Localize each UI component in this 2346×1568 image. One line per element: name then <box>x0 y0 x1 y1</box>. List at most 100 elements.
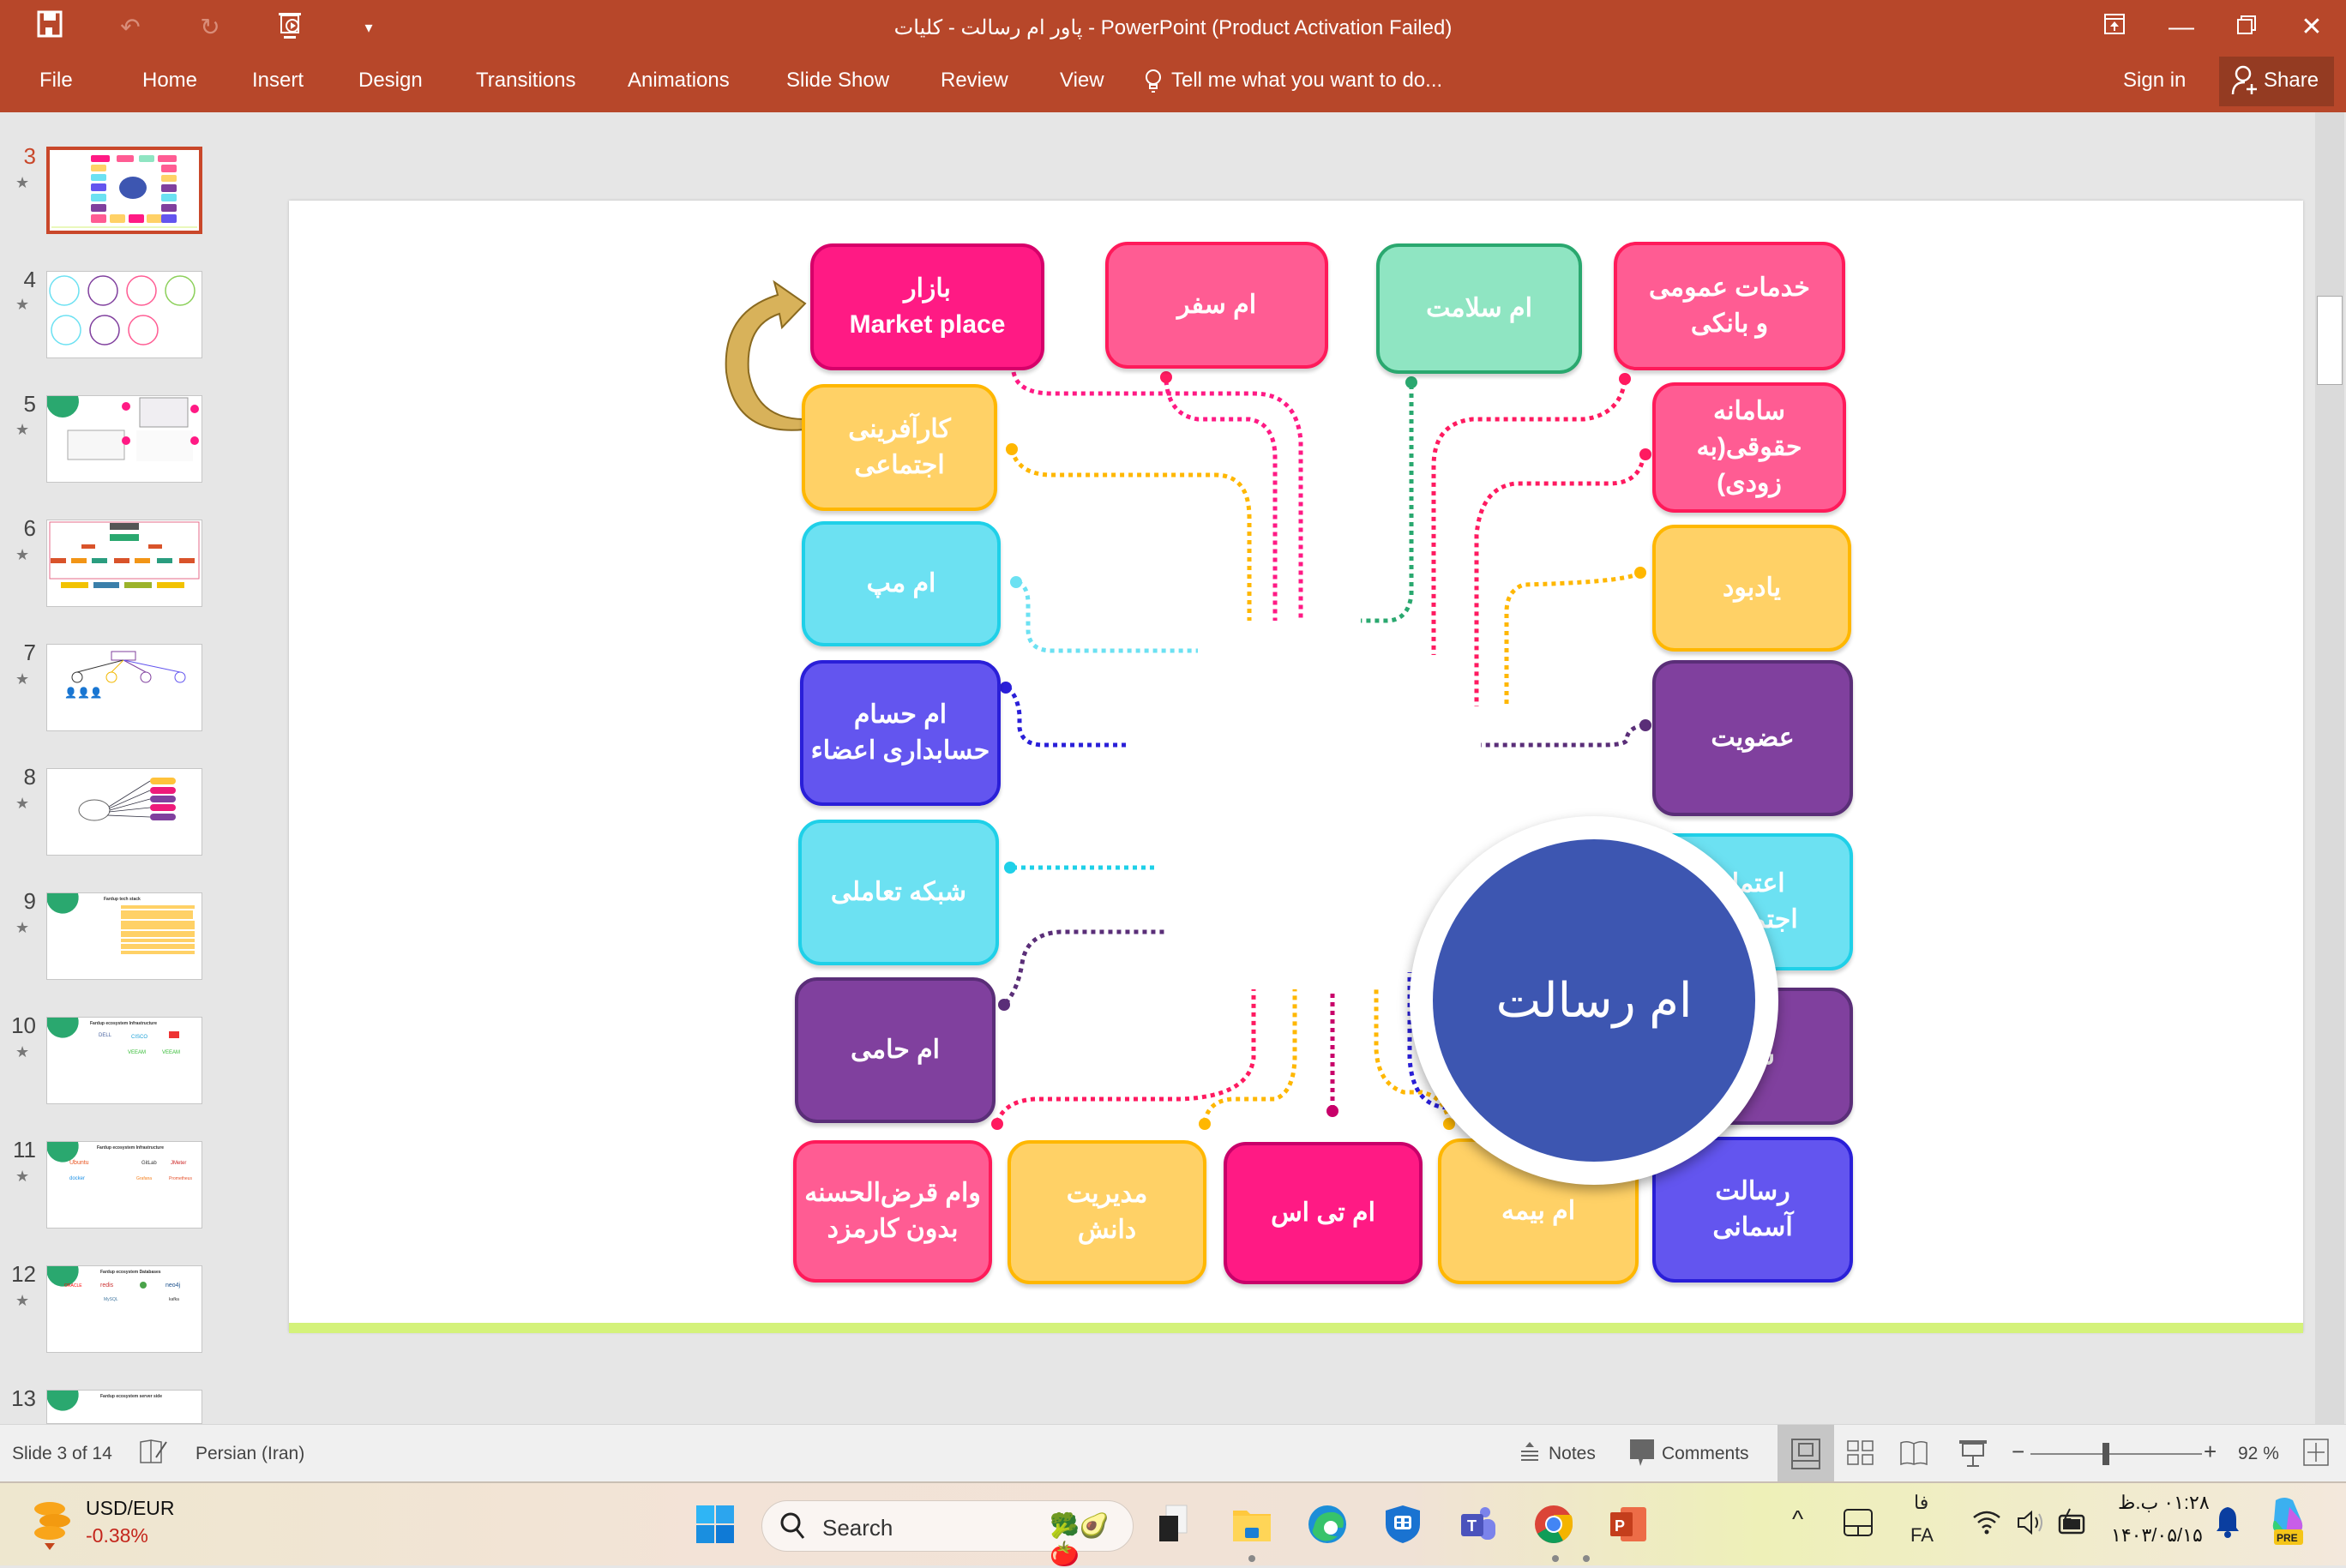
touchpad-icon[interactable] <box>1844 1509 1873 1541</box>
notification-bell-icon[interactable] <box>2216 1505 2240 1544</box>
connector-hesam <box>1006 686 1129 748</box>
show-hidden-icons-chevron[interactable]: ^ <box>1792 1505 1803 1533</box>
slide-thumbnail-5[interactable] <box>46 395 202 483</box>
tab-animations[interactable]: Animations <box>628 69 730 93</box>
box-shabake[interactable]: شبکه تعاملی <box>798 820 999 965</box>
minimize-icon[interactable]: — <box>2156 9 2207 46</box>
box-safar[interactable]: ام سفر <box>1105 242 1328 369</box>
spell-check-icon[interactable] <box>139 1439 170 1469</box>
zoom-slider-thumb[interactable] <box>2102 1443 2109 1465</box>
vpn-shield-icon[interactable] <box>1382 1504 1423 1545</box>
tab-home[interactable]: Home <box>142 69 197 93</box>
box-map[interactable]: ام مپ <box>802 521 1001 646</box>
slide-thumbnail-8[interactable] <box>46 768 202 856</box>
slide-canvas[interactable]: بازار Market place ام سفر ام سلامت خدمات… <box>289 201 2303 1332</box>
tab-review[interactable]: Review <box>941 69 1008 93</box>
restore-icon[interactable] <box>2221 9 2272 46</box>
share-button[interactable]: Share <box>2219 57 2334 106</box>
battery-icon[interactable] <box>2058 1507 2087 1541</box>
tell-me-search[interactable]: Tell me what you want to do... <box>1171 69 1442 93</box>
animation-star-icon: ★ <box>15 1043 30 1060</box>
zoom-slider-track[interactable] <box>2030 1453 2202 1455</box>
thumb-number: 9 <box>23 888 36 914</box>
fit-to-window-button[interactable] <box>2303 1439 2329 1471</box>
add-person-icon <box>2231 65 2259 100</box>
box-hesam[interactable]: ام حسام حسابداری اعضاء <box>800 660 1001 806</box>
connector-safar <box>1164 380 1278 621</box>
slide-thumbnail-9[interactable]: Fardup tech stack <box>46 892 202 980</box>
slide-sorter-view-button[interactable] <box>1847 1440 1874 1471</box>
slide-thumbnail-pane: 3 ★ 4 ★ 5 ★ 6 ★ 7 ★ 👤👤👤 8 ★ 9 ★ Fardup t… <box>0 112 274 1424</box>
thumb-caption: Fardup tech stack <box>104 897 141 902</box>
start-icon[interactable] <box>696 1505 737 1547</box>
slide-thumbnail-10[interactable]: Fardup ecosystem Infrastructure DELL CISCO… <box>46 1017 202 1104</box>
tab-insert[interactable]: Insert <box>252 69 304 93</box>
copilot-icon[interactable]: PRE <box>2267 1495 2310 1553</box>
powerpoint-icon[interactable]: P <box>1609 1504 1650 1545</box>
box-vam[interactable]: وام قرض‌الحسنه بدون کارمزد <box>793 1140 992 1283</box>
box-hoghoghi[interactable]: سامانه حقوقی(به زودی) <box>1652 382 1846 513</box>
slide-thumbnail-7[interactable]: 👤👤👤 <box>46 644 202 731</box>
box-yadbood[interactable]: یادبود <box>1652 525 1851 652</box>
close-icon[interactable]: ✕ <box>2286 9 2337 46</box>
slide-thumbnail-4[interactable] <box>46 271 202 358</box>
currency-widget-icon[interactable] <box>33 1497 72 1552</box>
box-karafarini[interactable]: کارآفرینی اجتماعی <box>802 384 997 511</box>
clock-time[interactable]: ۰۱:۲۸ ب.ظ <box>2118 1492 2210 1514</box>
normal-view-button[interactable] <box>1778 1425 1834 1482</box>
box-ozviat[interactable]: عضویت <box>1652 660 1853 816</box>
tab-design[interactable]: Design <box>358 69 423 93</box>
comments-button[interactable]: Comments <box>1662 1444 1749 1464</box>
widget-title[interactable]: USD/EUR <box>86 1497 175 1520</box>
reading-view-button[interactable] <box>1900 1440 1928 1471</box>
sign-in-link[interactable]: Sign in <box>2123 69 2186 93</box>
tab-file[interactable]: File <box>39 69 73 93</box>
svg-text:VEEAM: VEEAM <box>162 1050 180 1055</box>
taskbar: USD/EUR -0.38% Search 🥦🥑🍅 T P ^ فا FA ۰۱… <box>0 1481 2346 1567</box>
svg-text:neo4j: neo4j <box>165 1283 181 1289</box>
task-view-icon[interactable] <box>1154 1504 1195 1545</box>
box-khadamat[interactable]: خدمات عمومی و بانکی <box>1614 242 1845 370</box>
animation-star-icon: ★ <box>15 421 30 438</box>
slide-thumbnail-12[interactable]: Fardup ecosystem Databases ORACLE redis neo… <box>46 1265 202 1353</box>
zoom-out-button[interactable]: − <box>2012 1439 2024 1465</box>
teams-icon[interactable]: T <box>1458 1504 1499 1545</box>
thumb-number: 10 <box>11 1012 36 1038</box>
svg-text:👤👤👤: 👤👤👤 <box>64 687 103 699</box>
slide-thumbnail-3[interactable] <box>46 147 202 234</box>
animation-star-icon: ★ <box>15 174 30 191</box>
zoom-in-button[interactable]: + <box>2204 1439 2217 1465</box>
curved-arrow-icon <box>725 279 807 431</box>
slide-thumbnail-13[interactable]: Fardup ecosystem server side <box>46 1390 202 1424</box>
taskbar-search[interactable]: Search 🥦🥑🍅 <box>761 1500 1134 1567</box>
slide-thumbnail-11[interactable]: Fardup ecosystem Infrastructure Ubuntu Git… <box>46 1141 202 1229</box>
language-indicator[interactable]: Persian (Iran) <box>196 1444 304 1464</box>
svg-text:Grafana: Grafana <box>136 1176 152 1181</box>
box-tias[interactable]: ام تی اس <box>1224 1142 1423 1284</box>
volume-icon[interactable] <box>2017 1509 2046 1541</box>
slide-thumbnail-6[interactable] <box>46 520 202 607</box>
box-salamat[interactable]: ام سلامت <box>1376 243 1582 374</box>
input-language-top[interactable]: فا <box>1914 1492 1928 1514</box>
box-bazar-marketplace[interactable]: بازار Market place <box>810 243 1044 370</box>
file-explorer-icon[interactable] <box>1231 1504 1272 1545</box>
chrome-icon[interactable] <box>1533 1504 1574 1545</box>
tab-transitions[interactable]: Transitions <box>476 69 575 93</box>
wifi-icon[interactable] <box>1972 1509 2001 1539</box>
input-language-bottom[interactable]: FA <box>1910 1524 1934 1547</box>
zoom-level[interactable]: 92 % <box>2238 1444 2279 1464</box>
notes-button[interactable]: Notes <box>1549 1444 1596 1464</box>
scrollbar-thumb[interactable] <box>2317 296 2343 385</box>
svg-text:VEEAM: VEEAM <box>128 1050 146 1055</box>
clock-date[interactable]: ۱۴۰۳/۰۵/۱۵ <box>2111 1524 2203 1547</box>
ribbon-display-options-icon[interactable] <box>2089 9 2140 46</box>
edge-icon[interactable] <box>1307 1504 1348 1545</box>
slide-show-view-button[interactable] <box>1958 1439 1988 1473</box>
box-hami[interactable]: ام حامی <box>795 977 996 1123</box>
tab-view[interactable]: View <box>1060 69 1104 93</box>
svg-text:MySQL: MySQL <box>104 1297 118 1302</box>
hub-circle[interactable]: ام رسالت <box>1433 839 1755 1162</box>
svg-text:PRE: PRE <box>2277 1532 2298 1544</box>
tab-slide-show[interactable]: Slide Show <box>786 69 889 93</box>
box-modiriat[interactable]: مدیریت دانش <box>1008 1140 1206 1284</box>
